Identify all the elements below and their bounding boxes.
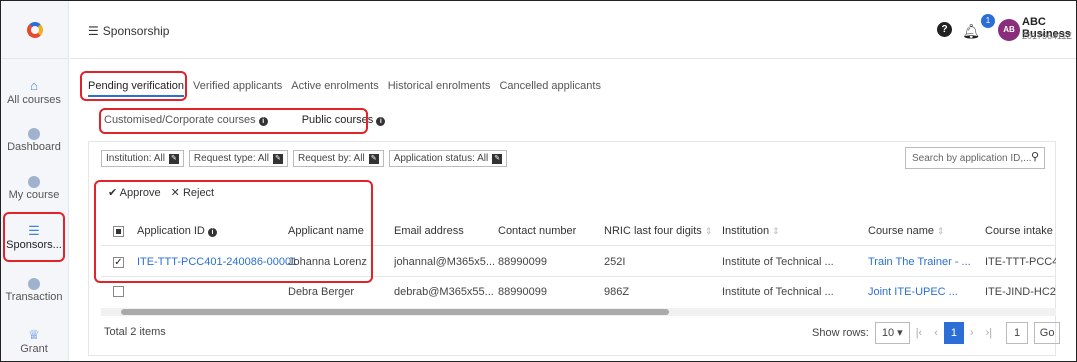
- sidebar-item-my-course[interactable]: My course: [0, 176, 68, 201]
- highlight-sidebar-sponsorship: [3, 212, 65, 262]
- scrollbar-thumb[interactable]: [121, 309, 669, 315]
- filter-request-by[interactable]: Request by: All ✎: [292, 150, 384, 167]
- filter-request-type[interactable]: Request type: All ✎: [188, 150, 288, 167]
- horizontal-scrollbar[interactable]: [101, 308, 1056, 316]
- sidebar-item-dashboard[interactable]: Dashboard: [0, 128, 68, 153]
- logo-icon: [26, 21, 43, 38]
- tab-active-enrolments[interactable]: Active enrolments: [291, 80, 378, 97]
- col-institution[interactable]: Institution ⇕: [722, 225, 780, 237]
- col-email[interactable]: Email address: [394, 225, 464, 237]
- transaction-icon: [28, 278, 40, 290]
- go-button[interactable]: Go: [1034, 322, 1061, 344]
- page-button-current[interactable]: 1: [943, 322, 964, 344]
- edit-icon: ✎: [272, 153, 283, 164]
- list-icon: ☰: [88, 24, 99, 38]
- pagination: Show rows: 10 ▾ |‹ ‹ 1 › ›| 1 Go: [812, 322, 1061, 344]
- tab-verified-applicants[interactable]: Verified applicants: [193, 80, 282, 97]
- course-intake: ITE-JIND-HC25: [985, 286, 1056, 298]
- sort-icon: ⇕: [937, 226, 945, 236]
- rows-per-page-select[interactable]: 10 ▾: [874, 322, 910, 344]
- col-contact[interactable]: Contact number: [498, 225, 576, 237]
- contact-number: 88990099: [498, 256, 547, 268]
- logo[interactable]: [1, 1, 68, 59]
- course-name-link[interactable]: Joint ITE-UPEC ...: [868, 286, 958, 298]
- sort-icon: ⇕: [772, 226, 780, 236]
- notification-badge: 1: [981, 14, 995, 28]
- sidebar-item-label: Grant: [20, 343, 48, 355]
- tab-historical-enrolments[interactable]: Historical enrolments: [388, 80, 491, 97]
- highlight-subtabs: [99, 108, 368, 134]
- applicant-name: Debra Berger: [288, 286, 355, 298]
- col-nric[interactable]: NRIC last four digits ⇕: [604, 225, 712, 237]
- edit-icon: ✎: [492, 153, 503, 164]
- search-icon[interactable]: ⚲: [1031, 150, 1039, 163]
- last-page-icon[interactable]: ›|: [986, 327, 993, 339]
- institution: Institute of Technical ...: [722, 256, 834, 268]
- col-course-intake[interactable]: Course intake: [985, 225, 1056, 237]
- trophy-icon: ♕: [28, 327, 40, 342]
- chevron-down-icon: ▾: [897, 327, 903, 339]
- sidebar-item-all-courses[interactable]: ⌂ All courses: [0, 78, 68, 106]
- avatar[interactable]: AB: [998, 19, 1020, 41]
- sidebar-item-label: Transaction: [5, 291, 63, 303]
- house-icon: ⌂: [30, 78, 38, 93]
- bell-icon[interactable]: 🔔︎: [962, 23, 980, 40]
- sidebar-item-label: My course: [8, 189, 60, 201]
- first-page-icon[interactable]: |‹: [916, 327, 923, 339]
- info-icon: i: [376, 117, 386, 126]
- course-name-link[interactable]: Train The Trainer - ...: [868, 256, 971, 268]
- course-icon: [28, 176, 40, 188]
- course-intake: ITE-TTT-PCC40: [985, 256, 1056, 268]
- search-input[interactable]: Search by application ID,...: [905, 147, 1045, 169]
- tab-cancelled-applicants[interactable]: Cancelled applicants: [499, 80, 601, 97]
- email: debrab@M365x55...: [394, 286, 494, 298]
- sort-icon: ⇕: [704, 226, 713, 236]
- nric: 252I: [604, 256, 626, 268]
- prev-page-icon[interactable]: ‹: [934, 327, 938, 339]
- edit-icon: ✎: [368, 153, 379, 164]
- page-title: ☰ Sponsorship: [88, 24, 170, 38]
- dashboard-icon: [28, 128, 40, 140]
- sidebar-item-transaction[interactable]: Transaction: [0, 278, 68, 303]
- filter-bar: Institution: All ✎ Request type: All ✎ Req…: [101, 150, 512, 167]
- highlight-approve-row: [94, 180, 373, 283]
- edit-icon: ✎: [168, 153, 179, 164]
- sidebar-item-label: Dashboard: [7, 141, 61, 153]
- col-course-name[interactable]: Course name ⇕: [868, 225, 945, 237]
- header: ☰ Sponsorship ? 🔔︎ 1 AB ABC Business 2017…: [70, 1, 1076, 59]
- institution: Institute of Technical ...: [722, 286, 834, 298]
- help-icon[interactable]: ?: [937, 22, 952, 37]
- nric: 986Z: [604, 286, 630, 298]
- sidebar-item-grant[interactable]: ♕ Grant: [0, 327, 68, 355]
- row-checkbox[interactable]: [113, 286, 124, 297]
- show-rows-label: Show rows:: [812, 327, 869, 339]
- highlight-tab-pending: [80, 71, 187, 101]
- total-items: Total 2 items: [104, 326, 166, 338]
- contact-number: 88990099: [498, 286, 547, 298]
- filter-institution[interactable]: Institution: All ✎: [101, 150, 184, 167]
- user-id: 201756411Z: [1022, 31, 1072, 41]
- filter-application-status[interactable]: Application status: All ✎: [388, 150, 508, 167]
- page-number-input[interactable]: 1: [1006, 322, 1029, 344]
- next-page-icon[interactable]: ›: [970, 327, 974, 339]
- sidebar-item-label: All courses: [7, 94, 61, 106]
- email: johannal@M365x5...: [394, 256, 496, 268]
